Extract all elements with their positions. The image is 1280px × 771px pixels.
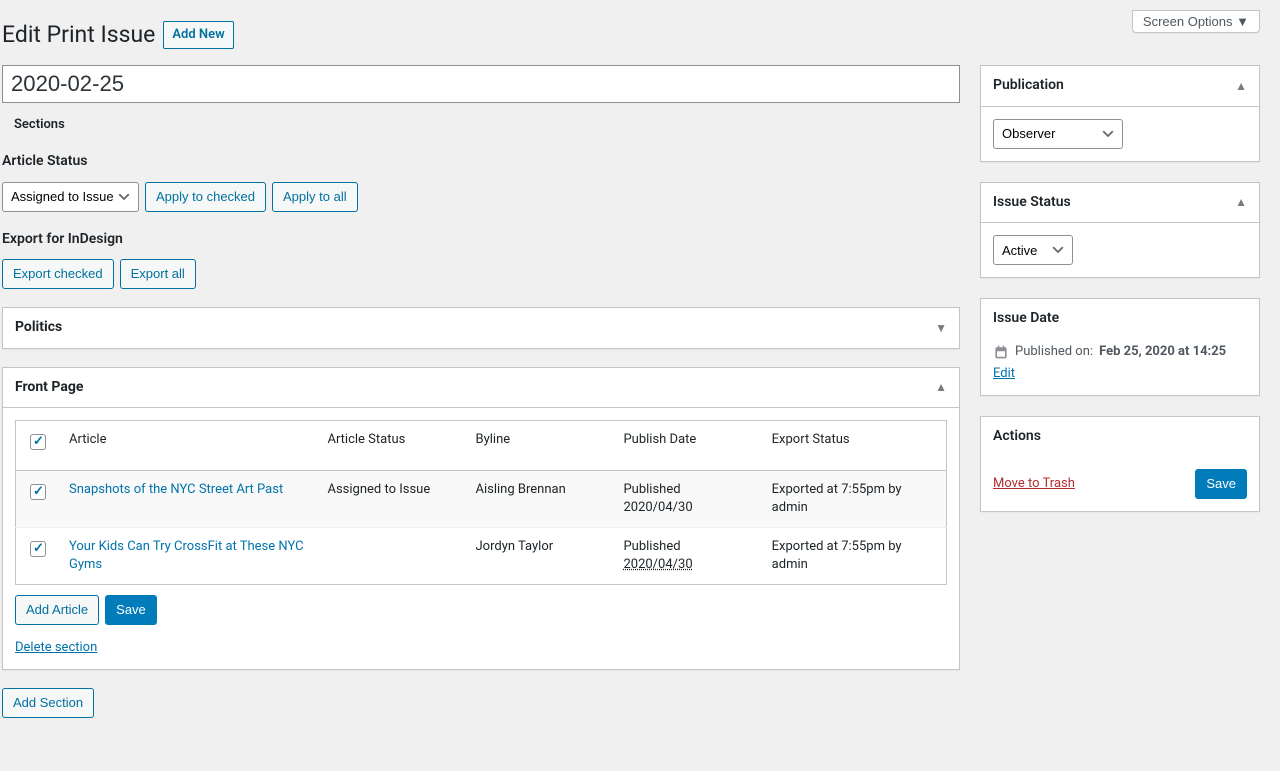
- page-title: Edit Print Issue: [2, 19, 155, 51]
- publish-date-cell: Published2020/04/30: [613, 527, 761, 584]
- byline-cell: Aisling Brennan: [466, 470, 614, 527]
- publish-date-cell: Published2020/04/30: [613, 470, 761, 527]
- col-export-status: Export Status: [762, 421, 947, 470]
- section-politics-title: Politics: [15, 318, 62, 338]
- apply-to-all-button[interactable]: Apply to all: [272, 182, 358, 212]
- apply-to-checked-button[interactable]: Apply to checked: [145, 182, 266, 212]
- export-status-cell: Exported at 7:55pm by admin: [762, 527, 947, 584]
- published-on-label: Published on:: [1015, 343, 1093, 361]
- section-front-page-title: Front Page: [15, 378, 83, 398]
- export-all-button[interactable]: Export all: [120, 259, 196, 289]
- col-byline: Byline: [466, 421, 614, 470]
- issue-status-heading: Issue Status: [981, 183, 1083, 223]
- actions-box: Actions Move to Trash Save: [980, 416, 1260, 512]
- screen-options-button[interactable]: Screen Options ▼: [1132, 10, 1260, 33]
- col-status: Article Status: [317, 421, 465, 470]
- published-on-value: Feb 25, 2020 at 14:25: [1099, 343, 1226, 361]
- export-status-cell: Exported at 7:55pm by admin: [762, 470, 947, 527]
- actions-heading: Actions: [981, 417, 1053, 457]
- delete-section-link[interactable]: Delete section: [15, 640, 97, 655]
- export-checked-button[interactable]: Export checked: [2, 259, 114, 289]
- chevron-up-icon[interactable]: ▲: [1223, 78, 1259, 95]
- article-link[interactable]: Snapshots of the NYC Street Art Past: [69, 482, 283, 497]
- add-section-button[interactable]: Add Section: [2, 688, 94, 718]
- chevron-up-icon[interactable]: ▲: [1223, 194, 1259, 211]
- sections-label: Sections: [2, 106, 960, 134]
- col-publish-date: Publish Date: [613, 421, 761, 470]
- article-link[interactable]: Your Kids Can Try CrossFit at These NYC …: [69, 539, 304, 572]
- article-status-cell: Assigned to Issue: [317, 470, 465, 527]
- issue-date-heading: Issue Date: [981, 299, 1071, 339]
- article-status-select[interactable]: Assigned to Issue: [2, 182, 139, 212]
- add-new-button[interactable]: Add New: [163, 21, 233, 49]
- table-row: Snapshots of the NYC Street Art Past Assi…: [16, 470, 947, 527]
- chevron-up-icon: ▲: [935, 379, 947, 396]
- move-to-trash-link[interactable]: Move to Trash: [993, 475, 1075, 493]
- issue-status-select[interactable]: Active: [993, 235, 1073, 265]
- articles-table: Article Article Status Byline Publish Da…: [15, 420, 947, 585]
- calendar-icon: [993, 344, 1009, 360]
- issue-date-box: Issue Date Published on: Feb 25, 2020 at…: [980, 298, 1260, 396]
- select-all-checkbox[interactable]: [30, 434, 46, 450]
- export-heading: Export for InDesign: [2, 230, 960, 250]
- save-section-button[interactable]: Save: [105, 595, 157, 625]
- row-checkbox[interactable]: [30, 541, 46, 557]
- section-politics-header[interactable]: Politics ▼: [3, 308, 959, 348]
- col-article: Article: [59, 421, 317, 470]
- title-input[interactable]: [2, 65, 960, 103]
- save-issue-button[interactable]: Save: [1195, 469, 1247, 499]
- article-status-cell: [317, 527, 465, 584]
- publication-heading: Publication: [981, 66, 1076, 106]
- table-row: Your Kids Can Try CrossFit at These NYC …: [16, 527, 947, 584]
- byline-cell: Jordyn Taylor: [466, 527, 614, 584]
- section-front-page: Front Page ▲ Article Article Status Byli…: [2, 367, 960, 671]
- chevron-down-icon: ▼: [935, 320, 947, 337]
- publication-select[interactable]: Observer: [993, 119, 1123, 149]
- article-status-heading: Article Status: [2, 152, 960, 172]
- add-article-button[interactable]: Add Article: [15, 595, 99, 625]
- row-checkbox[interactable]: [30, 484, 46, 500]
- publication-box: Publication ▲ Observer: [980, 65, 1260, 162]
- edit-date-link[interactable]: Edit: [993, 366, 1015, 381]
- section-politics: Politics ▼: [2, 307, 960, 349]
- issue-status-box: Issue Status ▲ Active: [980, 182, 1260, 279]
- section-front-page-header[interactable]: Front Page ▲: [3, 368, 959, 408]
